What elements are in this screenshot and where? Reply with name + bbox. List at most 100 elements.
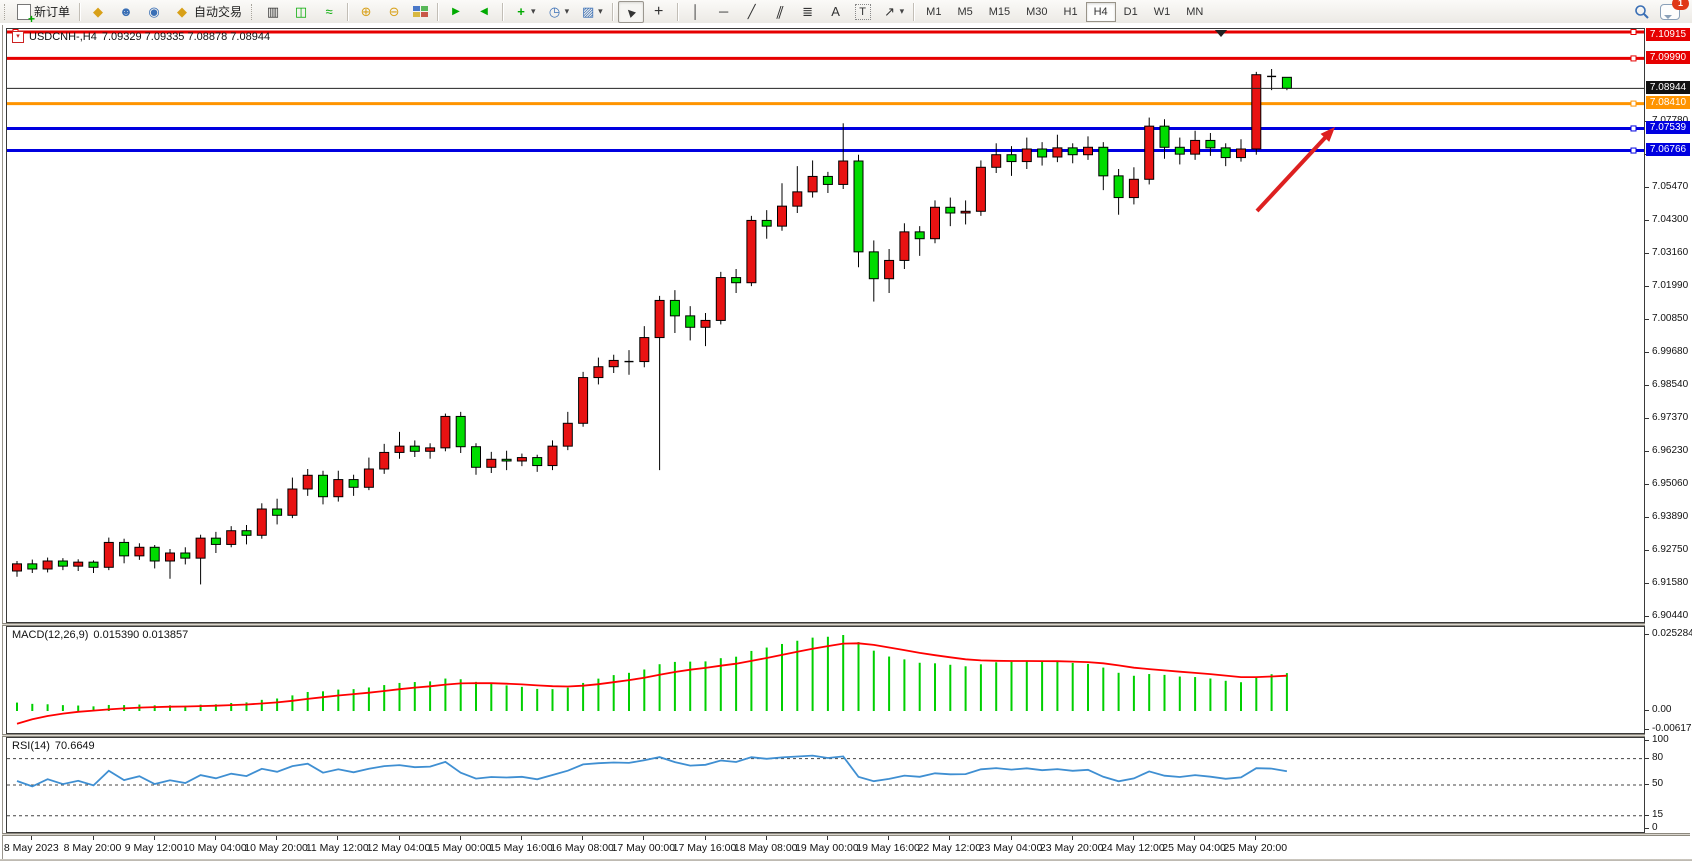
- candlestick-mode-button[interactable]: ◫: [288, 1, 314, 23]
- text-tool-button[interactable]: A: [823, 1, 849, 23]
- fibonacci-tool-button[interactable]: ≣: [795, 1, 821, 23]
- signals-icon: ◉: [145, 3, 163, 21]
- periods-button[interactable]: ◷ ▾: [542, 1, 574, 23]
- horizontal-line-tool-button[interactable]: ─: [711, 1, 737, 23]
- axis-tick-mark: [1645, 828, 1649, 829]
- zoom-in-button[interactable]: ⊕: [353, 1, 379, 23]
- one-click-trading-toggle[interactable]: ▾: [12, 31, 24, 43]
- fibonacci-icon: ≣: [799, 3, 817, 21]
- signals-button[interactable]: ◉: [141, 1, 167, 23]
- templates-button[interactable]: ▨ ▾: [575, 1, 607, 23]
- line-handle[interactable]: [1631, 30, 1636, 35]
- timeframe-button-M1[interactable]: M1: [918, 2, 949, 22]
- axis-tick-mark: [1645, 187, 1649, 188]
- mt4-terminal-window: 新订单 ◆ ☻ ◉ ◆ 自动交易 ▥ ◫ ≈ ⊕ ⊖: [0, 0, 1692, 861]
- line-handle[interactable]: [1631, 56, 1636, 61]
- price-tick-label: 6.99680: [1652, 346, 1688, 358]
- chart-shift-button[interactable]: ◀: [471, 1, 497, 23]
- time-tick-mark: [215, 836, 216, 840]
- bear-candle: [946, 207, 955, 213]
- timeframe-button-D1[interactable]: D1: [1116, 2, 1146, 22]
- time-tick-label: 10 May 04:00: [183, 842, 247, 854]
- bear-candle: [472, 447, 481, 468]
- timeframe-button-H1[interactable]: H1: [1056, 2, 1086, 22]
- tile-windows-button[interactable]: [409, 1, 432, 23]
- trendline-tool-button[interactable]: ╱: [739, 1, 765, 23]
- line-handle[interactable]: [1631, 126, 1636, 131]
- price-tick-label: 15: [1652, 809, 1663, 821]
- notification-badge: 1: [1672, 0, 1689, 10]
- timeframe-button-H4[interactable]: H4: [1086, 2, 1116, 22]
- timeframe-button-MN[interactable]: MN: [1178, 2, 1211, 22]
- arrows-tool-button[interactable]: ↗ ▾: [877, 1, 909, 23]
- time-axis[interactable]: 8 May 20238 May 20:009 May 12:0010 May 0…: [6, 836, 1645, 859]
- toolbar-grip[interactable]: [4, 4, 9, 20]
- time-tick-label: 17 May 16:00: [673, 842, 737, 854]
- new-chart-icon: ◆: [89, 3, 107, 21]
- search-button[interactable]: [1630, 1, 1654, 23]
- time-tick-mark: [949, 836, 950, 840]
- bull-candle: [640, 338, 649, 362]
- notifications-button[interactable]: 1: [1656, 1, 1684, 23]
- bull-candle: [487, 459, 496, 467]
- timeframe-button-M30[interactable]: M30: [1018, 2, 1055, 22]
- bull-candle: [839, 161, 848, 184]
- time-tick-mark: [1194, 836, 1195, 840]
- axis-tick-mark: [1645, 815, 1649, 816]
- cursor-tool-button[interactable]: ▶: [618, 1, 644, 23]
- price-tick-label: 7.04300: [1652, 214, 1688, 226]
- text-label-tool-button[interactable]: T: [851, 1, 875, 23]
- timeframe-button-M5[interactable]: M5: [949, 2, 980, 22]
- new-order-button[interactable]: 新订单: [13, 1, 74, 23]
- time-tick-label: 8 May 2023: [4, 842, 59, 854]
- line-chart-mode-button[interactable]: ≈: [316, 1, 342, 23]
- equidistant-channel-icon: ∥: [768, 3, 792, 21]
- line-handle[interactable]: [1631, 101, 1636, 106]
- axis-tick-mark: [1645, 616, 1649, 617]
- bear-candle: [686, 316, 695, 327]
- price-line-label: 7.08410: [1646, 96, 1690, 109]
- time-tick-label: 24 May 12:00: [1101, 842, 1165, 854]
- toolbar-separator: [677, 3, 678, 21]
- profiles-icon: ☻: [117, 3, 135, 21]
- toolbar-grip[interactable]: [251, 4, 256, 20]
- zoom-out-button[interactable]: ⊖: [381, 1, 407, 23]
- line-chart-icon: ≈: [320, 3, 338, 21]
- timeframe-button-W1[interactable]: W1: [1146, 2, 1179, 22]
- price-tick-label: 6.91580: [1652, 577, 1688, 589]
- axis-tick-mark: [1645, 784, 1649, 785]
- indicators-button[interactable]: + ▾: [508, 1, 540, 23]
- bear-candle: [349, 480, 358, 488]
- text-label-icon: T: [855, 4, 871, 20]
- price-line-label: 7.09990: [1646, 51, 1690, 64]
- autoscroll-button[interactable]: ▶: [443, 1, 469, 23]
- bear-candle: [150, 547, 159, 561]
- trend-arrow-annotation[interactable]: [1257, 134, 1328, 211]
- chart-symbol-period: USDCNH-,H4: [29, 31, 97, 43]
- axis-tick-mark: [1645, 484, 1649, 485]
- bull-candle: [135, 547, 144, 556]
- bull-candle: [441, 416, 450, 447]
- bear-candle: [1038, 149, 1047, 157]
- price-axis[interactable]: 7.077807.066107.054707.043007.031607.019…: [1645, 28, 1691, 833]
- time-tick-mark: [276, 836, 277, 840]
- vertical-line-tool-button[interactable]: │: [683, 1, 709, 23]
- bull-candle: [976, 167, 985, 211]
- time-tick-mark: [399, 836, 400, 840]
- time-tick-label: 25 May 04:00: [1162, 842, 1226, 854]
- new-chart-button[interactable]: ◆: [85, 1, 111, 23]
- time-tick-label: 19 May 16:00: [856, 842, 920, 854]
- channel-tool-button[interactable]: ∥: [767, 1, 793, 23]
- bull-candle: [1191, 140, 1200, 154]
- crosshair-tool-button[interactable]: +: [646, 1, 672, 23]
- chart-title: ▾ USDCNH-,H4 7.09329 7.09335 7.08878 7.0…: [12, 31, 270, 43]
- bear-candle: [211, 538, 220, 544]
- search-icon: [1634, 4, 1650, 20]
- bar-chart-mode-button[interactable]: ▥: [260, 1, 286, 23]
- autotrading-button[interactable]: ◆ 自动交易: [169, 1, 246, 23]
- timeframe-button-M15[interactable]: M15: [981, 2, 1018, 22]
- price-tick-label: 7.00850: [1652, 313, 1688, 325]
- time-tick-mark: [643, 836, 644, 840]
- profiles-button[interactable]: ☻: [113, 1, 139, 23]
- line-handle[interactable]: [1631, 148, 1636, 153]
